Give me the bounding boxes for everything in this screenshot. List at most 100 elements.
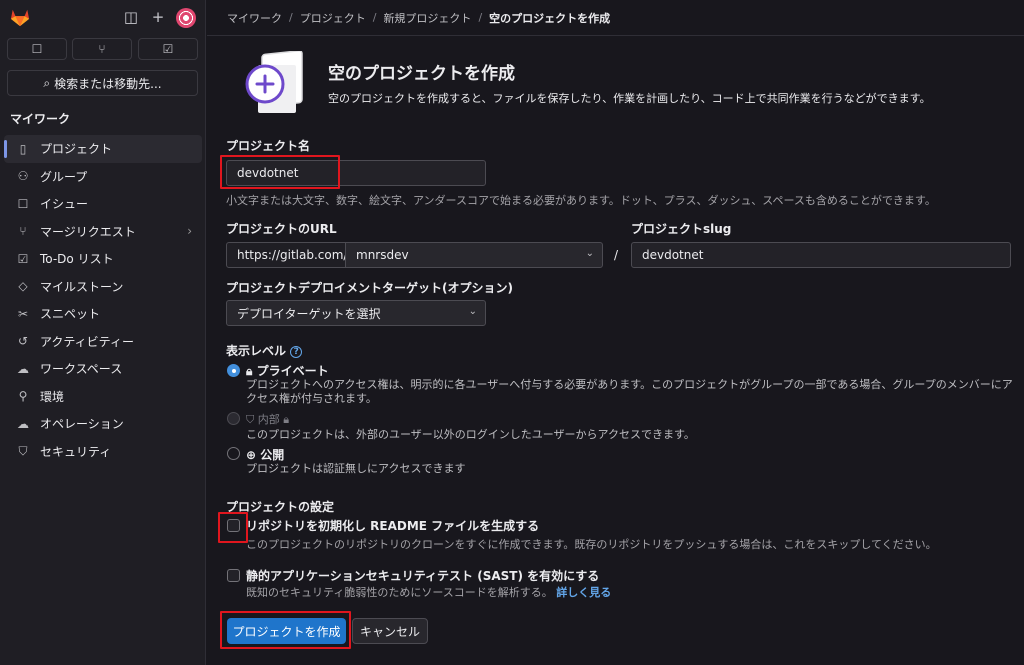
create-project-button[interactable]: プロジェクトを作成 — [227, 618, 346, 644]
visibility-internal-label: 内部 — [257, 413, 280, 426]
collapse-sidebar-icon[interactable]: ◫ — [122, 8, 140, 26]
visibility-internal-radio[interactable] — [227, 412, 240, 425]
sidebar-item-issues[interactable]: ☐ イシュー — [4, 190, 202, 218]
activity-icon: ↺ — [17, 334, 29, 349]
visibility-label: 表示レベル ? — [226, 342, 303, 359]
breadcrumb-separator: / — [478, 11, 483, 24]
sidebar-item-milestones[interactable]: ◇ マイルストーン — [4, 273, 202, 301]
merge-request-icon: ⑂ — [19, 224, 27, 239]
project-slug-input[interactable]: devdotnet — [631, 242, 1011, 268]
sidebar-item-label: スニペット — [40, 307, 101, 322]
sidebar-item-operations[interactable]: ☁ オペレーション — [4, 410, 202, 438]
merge-requests-shortcut-button[interactable]: ⑂ — [72, 38, 132, 60]
search-icon: ⌕ — [43, 75, 51, 90]
gitlab-logo-icon[interactable] — [9, 7, 31, 27]
cancel-button[interactable]: キャンセル — [352, 618, 428, 644]
shield-icon: ⛉ — [246, 413, 255, 426]
sidebar-item-label: イシュー — [40, 197, 89, 212]
readme-checkbox[interactable] — [227, 519, 240, 532]
visibility-public-title: ⊕ 公開 — [246, 446, 284, 463]
milestone-icon: ◇ — [18, 279, 28, 294]
sast-checkbox[interactable] — [227, 569, 240, 582]
visibility-private-title: 🔒︎ プライベート — [246, 362, 329, 379]
merge-request-icon: ⑂ — [98, 42, 106, 56]
project-name-label: プロジェクト名 — [226, 139, 311, 153]
breadcrumb-separator: / — [372, 11, 377, 24]
sidebar-item-todo[interactable]: ☑ To-Do リスト — [4, 245, 202, 273]
sidebar-item-environments[interactable]: ⚲ 環境 — [4, 383, 202, 411]
sidebar-item-label: セキュリティ — [40, 444, 112, 459]
sast-desc: 既知のセキュリティ脆弱性のためにソースコードを解析する。 詳しく見る — [246, 584, 611, 600]
lock-icon: 🔒︎ — [246, 364, 253, 378]
project-name-help: 小文字または大文字、数字、絵文字、アンダースコアで始まる必要があります。ドット、… — [226, 194, 936, 207]
blank-project-illustration-icon — [245, 51, 303, 113]
plus-icon[interactable]: + — [149, 8, 167, 26]
sidebar-item-snippets[interactable]: ✂ スニペット — [4, 300, 202, 328]
operations-icon: ☁ — [17, 416, 29, 431]
issue-icon: ☐ — [31, 42, 43, 56]
issue-icon: ☐ — [17, 196, 29, 211]
breadcrumb-item[interactable]: 新規プロジェクト — [383, 10, 471, 26]
visibility-private-label: プライベート — [256, 364, 329, 378]
visibility-private-radio[interactable] — [227, 364, 240, 377]
readme-title: リポジトリを初期化し README ファイルを生成する — [246, 519, 540, 533]
readme-desc: このプロジェクトのリポジトリのクローンをすぐに作成できます。既存のリポジトリをプ… — [246, 538, 937, 551]
project-slug-label: プロジェクトslug — [631, 222, 732, 236]
deploy-target-select[interactable]: デプロイターゲットを選択 ⌄ — [226, 300, 486, 326]
sidebar-item-projects[interactable]: ▯ プロジェクト — [4, 135, 202, 163]
sidebar-item-label: グループ — [40, 169, 88, 184]
sidebar: ◫ + ☐ ⑂ ☑ ⌕ 検索または移動先... マイワーク ▯ プロジェクト ⚇ グ… — [0, 0, 206, 665]
breadcrumb-item[interactable]: プロジェクト — [300, 10, 366, 26]
security-icon: ⛉ — [18, 443, 28, 458]
sidebar-item-label: マイルストーン — [40, 279, 124, 294]
sidebar-item-activity[interactable]: ↺ アクティビティー — [4, 328, 202, 356]
todo-icon: ☑ — [162, 42, 174, 56]
url-slash: / — [614, 248, 619, 262]
todo-shortcut-button[interactable]: ☑ — [138, 38, 198, 60]
issues-shortcut-button[interactable]: ☐ — [7, 38, 67, 60]
avatar[interactable] — [176, 8, 196, 28]
deploy-target-value: デプロイターゲットを選択 — [237, 306, 381, 321]
project-name-input[interactable]: devdotnet — [226, 160, 486, 186]
environment-icon: ⚲ — [18, 389, 28, 404]
visibility-label-text: 表示レベル — [226, 344, 287, 358]
chevron-down-icon: ⌄ — [468, 306, 477, 317]
breadcrumb-item[interactable]: マイワーク — [227, 10, 282, 26]
globe-icon: ⊕ — [246, 448, 257, 462]
workspace-icon: ☁ — [17, 361, 29, 376]
sidebar-item-groups[interactable]: ⚇ グループ — [4, 163, 202, 191]
breadcrumb-separator: / — [289, 11, 293, 24]
project-icon: ▯ — [19, 141, 27, 156]
sidebar-item-label: アクティビティー — [40, 334, 134, 349]
chevron-down-icon: ⌄ — [585, 248, 594, 259]
search-label: 検索または移動先... — [54, 76, 162, 91]
sidebar-item-label: マージリクエスト — [40, 224, 136, 239]
breadcrumb-current: 空のプロジェクトを作成 — [489, 11, 611, 25]
project-settings-label: プロジェクトの設定 — [226, 500, 335, 514]
visibility-public-label: 公開 — [260, 448, 285, 462]
visibility-internal-desc: このプロジェクトは、外部のユーザー以外のログインしたユーザーからアクセスできます… — [246, 428, 695, 441]
project-url-label: プロジェクトのURL — [226, 222, 337, 236]
learn-more-link[interactable]: 詳しく見る — [556, 586, 611, 599]
namespace-select[interactable]: mnrsdev ⌄ — [345, 242, 603, 268]
help-icon[interactable]: ? — [290, 345, 303, 358]
sidebar-item-security[interactable]: ⛉ セキュリティ — [4, 438, 202, 466]
search-button[interactable]: ⌕ 検索または移動先... — [7, 70, 198, 96]
sast-title: 静的アプリケーションセキュリティテスト (SAST) を有効にする — [246, 569, 600, 583]
page-description: 空のプロジェクトを作成すると、ファイルを保存したり、作業を計画したり、コード上で… — [328, 92, 931, 105]
sidebar-item-workspaces[interactable]: ☁ ワークスペース — [4, 355, 202, 383]
visibility-internal-title: ⛉ 内部 🔒︎ — [246, 411, 289, 427]
snippet-icon: ✂ — [17, 306, 29, 321]
todo-icon: ☑ — [17, 251, 29, 266]
namespace-value: mnrsdev — [356, 248, 409, 262]
group-icon: ⚇ — [17, 169, 29, 184]
url-prefix: https://gitlab.com/ — [226, 242, 347, 268]
sidebar-item-merge-requests[interactable]: ⑂ マージリクエスト › — [4, 218, 202, 246]
breadcrumb: マイワーク / プロジェクト / 新規プロジェクト / 空のプロジェクトを作成 — [207, 0, 1024, 36]
sidebar-item-label: プロジェクト — [40, 142, 113, 157]
visibility-public-desc: プロジェクトは認証無しにアクセスできます — [246, 462, 466, 475]
visibility-public-radio[interactable] — [227, 447, 240, 460]
sidebar-item-label: 環境 — [40, 389, 65, 404]
sidebar-item-label: オペレーション — [40, 417, 124, 432]
sidebar-nav: ▯ プロジェクト ⚇ グループ ☐ イシュー ⑂ マージリクエスト › ☑ To-Do リス… — [0, 135, 206, 465]
